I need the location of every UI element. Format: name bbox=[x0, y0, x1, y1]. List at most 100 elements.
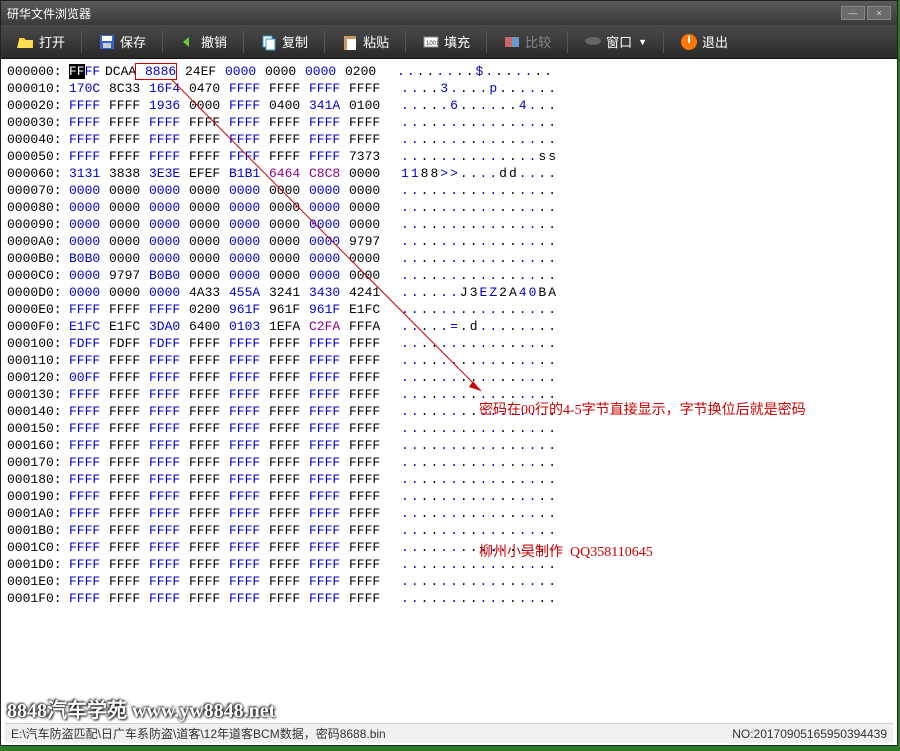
hex-word[interactable]: FFFF bbox=[309, 488, 349, 505]
hex-word[interactable]: FFFF bbox=[109, 556, 149, 573]
hex-word[interactable]: FFFF bbox=[189, 573, 229, 590]
hex-row[interactable]: 000030:FFFFFFFFFFFFFFFFFFFFFFFFFFFFFFFF.… bbox=[7, 114, 891, 131]
hex-word[interactable]: FFFF bbox=[189, 335, 229, 352]
hex-word[interactable]: 6400 bbox=[189, 318, 229, 335]
copy-button[interactable]: 复制 bbox=[254, 29, 314, 54]
hex-word[interactable]: FFFF bbox=[349, 556, 389, 573]
hex-word[interactable]: 0000 bbox=[229, 250, 269, 267]
hex-bytes[interactable]: 00000000000000000000000000000000 bbox=[69, 216, 389, 233]
hex-word[interactable]: FFFF bbox=[149, 505, 189, 522]
hex-word[interactable]: FFFF bbox=[349, 386, 389, 403]
hex-word[interactable]: B0B0 bbox=[149, 267, 189, 284]
hex-word[interactable]: FFFF bbox=[269, 556, 309, 573]
hex-word[interactable]: 341A bbox=[309, 97, 349, 114]
hex-bytes[interactable]: FFFFFFFFFFFFFFFFFFFFFFFFFFFFFFFF bbox=[69, 590, 389, 607]
hex-word[interactable]: 0400 bbox=[269, 97, 309, 114]
hex-word[interactable]: FFFF bbox=[309, 556, 349, 573]
hex-word[interactable]: 0000 bbox=[109, 216, 149, 233]
hex-row[interactable]: 0001F0:FFFFFFFFFFFFFFFFFFFFFFFFFFFFFFFF.… bbox=[7, 590, 891, 607]
hex-word[interactable]: C8C8 bbox=[309, 165, 349, 182]
hex-word[interactable]: E1FC bbox=[69, 318, 109, 335]
hex-word[interactable]: FFFF bbox=[229, 437, 269, 454]
window-button[interactable]: 窗口▼ bbox=[578, 29, 653, 54]
hex-bytes[interactable]: FFFFFFFFFFFFFFFFFFFFFFFFFFFFFFFF bbox=[69, 437, 389, 454]
hex-word[interactable]: 9797 bbox=[109, 267, 149, 284]
hex-word[interactable]: 0000 bbox=[229, 267, 269, 284]
hex-word[interactable]: FFFF bbox=[269, 386, 309, 403]
hex-word[interactable]: 24EF bbox=[185, 63, 225, 80]
hex-word[interactable]: 4A33 bbox=[189, 284, 229, 301]
hex-word[interactable]: 170C bbox=[69, 80, 109, 97]
hex-bytes[interactable]: FFFFFFFF19360000FFFF0400341A0100 bbox=[69, 97, 389, 114]
hex-row[interactable]: 000190:FFFFFFFFFFFFFFFFFFFFFFFFFFFFFFFF.… bbox=[7, 488, 891, 505]
hex-word[interactable]: FFFF bbox=[269, 522, 309, 539]
hex-word[interactable]: FFFF bbox=[109, 437, 149, 454]
hex-word[interactable]: FFFF bbox=[269, 454, 309, 471]
hex-word[interactable]: FFFF bbox=[149, 471, 189, 488]
hex-row[interactable]: 0001B0:FFFFFFFFFFFFFFFFFFFFFFFFFFFFFFFF.… bbox=[7, 522, 891, 539]
hex-word[interactable]: 0000 bbox=[265, 63, 305, 80]
hex-word[interactable]: 455A bbox=[229, 284, 269, 301]
hex-word[interactable]: 1936 bbox=[149, 97, 189, 114]
hex-word[interactable]: 9797 bbox=[349, 233, 389, 250]
hex-word[interactable]: 6464 bbox=[269, 165, 309, 182]
hex-bytes[interactable]: 0000000000004A33455A324134304241 bbox=[69, 284, 389, 301]
paste-button[interactable]: 粘贴 bbox=[335, 29, 395, 54]
hex-row[interactable]: 0000B0:B0B00000000000000000000000000000.… bbox=[7, 250, 891, 267]
hex-word[interactable]: 0000 bbox=[189, 97, 229, 114]
hex-word[interactable]: FFFF bbox=[309, 471, 349, 488]
hex-word[interactable]: FDFF bbox=[109, 335, 149, 352]
hex-word[interactable]: FFFF bbox=[349, 505, 389, 522]
hex-row[interactable]: 0000A0:00000000000000000000000000009797.… bbox=[7, 233, 891, 250]
save-button[interactable]: 保存 bbox=[92, 29, 152, 54]
hex-word[interactable]: 4241 bbox=[349, 284, 389, 301]
hex-bytes[interactable]: E1FCE1FC3DA0640001031EFAC2FAFFFA bbox=[69, 318, 389, 335]
hex-word[interactable]: FFFF bbox=[349, 420, 389, 437]
hex-word[interactable]: FFFF bbox=[149, 420, 189, 437]
hex-word[interactable]: FFFF bbox=[309, 505, 349, 522]
hex-word[interactable]: B1B1 bbox=[229, 165, 269, 182]
hex-word[interactable]: FFFF bbox=[109, 148, 149, 165]
hex-word[interactable]: 961F bbox=[309, 301, 349, 318]
hex-word[interactable]: FFFF bbox=[229, 352, 269, 369]
hex-word[interactable]: FFFF bbox=[229, 335, 269, 352]
hex-word[interactable]: 0470 bbox=[189, 80, 229, 97]
hex-word[interactable]: 0000 bbox=[149, 199, 189, 216]
hex-word[interactable]: FFFF bbox=[69, 301, 109, 318]
hex-row[interactable]: 000020:FFFFFFFF19360000FFFF0400341A0100.… bbox=[7, 97, 891, 114]
hex-row[interactable]: 000150:FFFFFFFFFFFFFFFFFFFFFFFFFFFFFFFF.… bbox=[7, 420, 891, 437]
hex-word[interactable]: 0000 bbox=[269, 199, 309, 216]
hex-word[interactable]: FFFF bbox=[269, 148, 309, 165]
hex-word[interactable]: FFFF bbox=[349, 369, 389, 386]
hex-word[interactable]: FFFF bbox=[69, 114, 109, 131]
hex-word[interactable]: FFFF bbox=[309, 80, 349, 97]
hex-word[interactable]: FFFF bbox=[149, 148, 189, 165]
hex-word[interactable]: FFFF bbox=[309, 437, 349, 454]
hex-row[interactable]: 000130:FFFFFFFFFFFFFFFFFFFFFFFFFFFFFFFF.… bbox=[7, 386, 891, 403]
hex-word[interactable]: FFFF bbox=[229, 403, 269, 420]
hex-word[interactable]: FFFF bbox=[269, 420, 309, 437]
hex-word[interactable]: FFFF bbox=[349, 573, 389, 590]
hex-word[interactable]: FFFF bbox=[109, 114, 149, 131]
hex-word[interactable]: FFFF bbox=[109, 488, 149, 505]
hex-word[interactable]: FFFF bbox=[109, 539, 149, 556]
hex-word[interactable]: 0000 bbox=[349, 250, 389, 267]
hex-word[interactable]: FDFF bbox=[69, 335, 109, 352]
hex-word[interactable]: FFFF bbox=[309, 148, 349, 165]
hex-word[interactable]: FFFF bbox=[229, 505, 269, 522]
hex-word[interactable]: FFFF bbox=[69, 148, 109, 165]
hex-row[interactable]: 0000F0:E1FCE1FC3DA0640001031EFAC2FAFFFA.… bbox=[7, 318, 891, 335]
hex-word[interactable]: FFFF bbox=[229, 573, 269, 590]
hex-word[interactable]: 0000 bbox=[269, 233, 309, 250]
hex-word[interactable]: FFFF bbox=[149, 488, 189, 505]
hex-word[interactable]: 3241 bbox=[269, 284, 309, 301]
hex-word[interactable]: 0000 bbox=[309, 267, 349, 284]
hex-word[interactable]: FFFF bbox=[69, 97, 109, 114]
hex-bytes[interactable]: FFFFFFFFFFFFFFFFFFFFFFFFFFFFFFFF bbox=[69, 488, 389, 505]
hex-word[interactable]: FFFF bbox=[149, 114, 189, 131]
hex-row[interactable]: 000180:FFFFFFFFFFFFFFFFFFFFFFFFFFFFFFFF.… bbox=[7, 471, 891, 488]
hex-word[interactable]: 0000 bbox=[309, 233, 349, 250]
hex-word[interactable]: FFFF bbox=[349, 590, 389, 607]
hex-word[interactable]: 3838 bbox=[109, 165, 149, 182]
close-button[interactable]: × bbox=[867, 6, 891, 20]
